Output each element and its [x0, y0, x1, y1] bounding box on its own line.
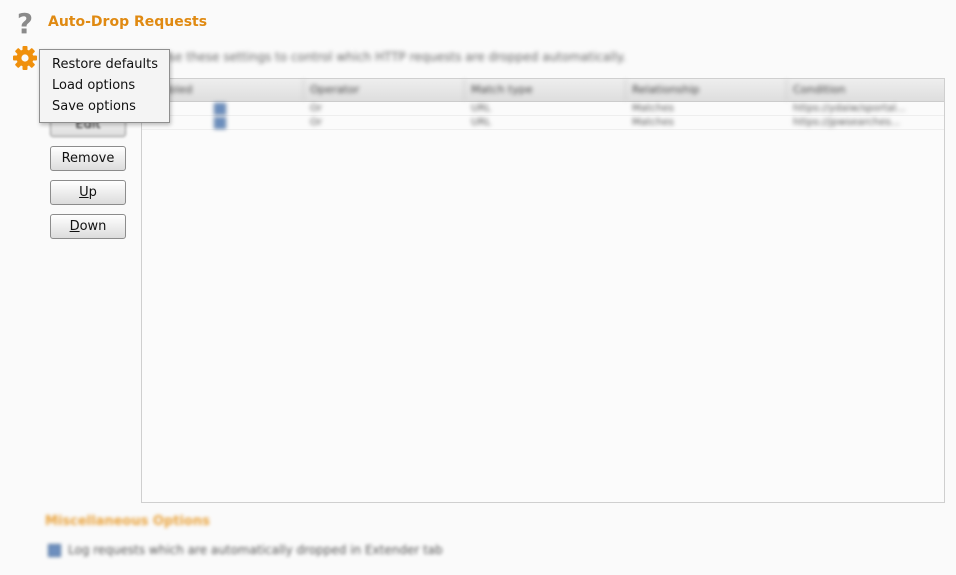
- log-requests-checkbox[interactable]: [48, 543, 61, 557]
- match-type-cell: URL: [471, 117, 491, 128]
- operator-cell: Or: [310, 103, 322, 114]
- gear-icon[interactable]: [12, 45, 38, 71]
- menu-item-load-options[interactable]: Load options: [40, 76, 169, 97]
- condition-cell: https://jpwsearches...: [793, 117, 901, 128]
- section-title: Auto-Drop Requests: [48, 14, 208, 30]
- log-option-row: Log requests which are automatically dro…: [48, 543, 443, 557]
- relationship-cell: Matches: [632, 103, 674, 114]
- table-row[interactable]: Or URL Matches https://ydaiw/sportal...: [142, 102, 944, 116]
- table-row[interactable]: Or URL Matches https://jpwsearches...: [142, 116, 944, 130]
- up-button-label: p: [88, 185, 97, 200]
- log-requests-label: Log requests which are automatically dro…: [68, 543, 443, 557]
- column-header-relationship[interactable]: Relationship: [626, 79, 787, 101]
- down-button[interactable]: Down: [50, 214, 126, 239]
- condition-cell: https://ydaiw/sportal...: [793, 103, 906, 114]
- down-button-mnemonic: D: [69, 219, 80, 234]
- menu-item-restore-defaults[interactable]: Restore defaults: [40, 55, 169, 76]
- enabled-checkbox[interactable]: [214, 117, 226, 129]
- up-button-mnemonic: U: [79, 185, 89, 200]
- misc-section-title: Miscellaneous Options: [45, 514, 210, 529]
- table-header: Enabled Operator Match type Relationship…: [142, 79, 944, 102]
- column-header-operator[interactable]: Operator: [304, 79, 465, 101]
- menu-item-save-options[interactable]: Save options: [40, 97, 169, 118]
- rules-table[interactable]: Enabled Operator Match type Relationship…: [141, 78, 945, 503]
- relationship-cell: Matches: [632, 117, 674, 128]
- operator-cell: Or: [310, 117, 322, 128]
- column-header-condition[interactable]: Condition: [787, 79, 944, 101]
- match-type-cell: URL: [471, 103, 491, 114]
- up-button[interactable]: Up: [50, 180, 126, 205]
- column-header-match-type[interactable]: Match type: [465, 79, 626, 101]
- settings-menu: Restore defaults Load options Save optio…: [39, 49, 170, 123]
- question-mark-icon[interactable]: ?: [14, 9, 36, 39]
- remove-button[interactable]: Remove: [50, 146, 126, 171]
- section-description: Use these settings to control which HTTP…: [160, 50, 627, 64]
- down-button-label: own: [79, 219, 107, 234]
- enabled-checkbox[interactable]: [214, 103, 226, 115]
